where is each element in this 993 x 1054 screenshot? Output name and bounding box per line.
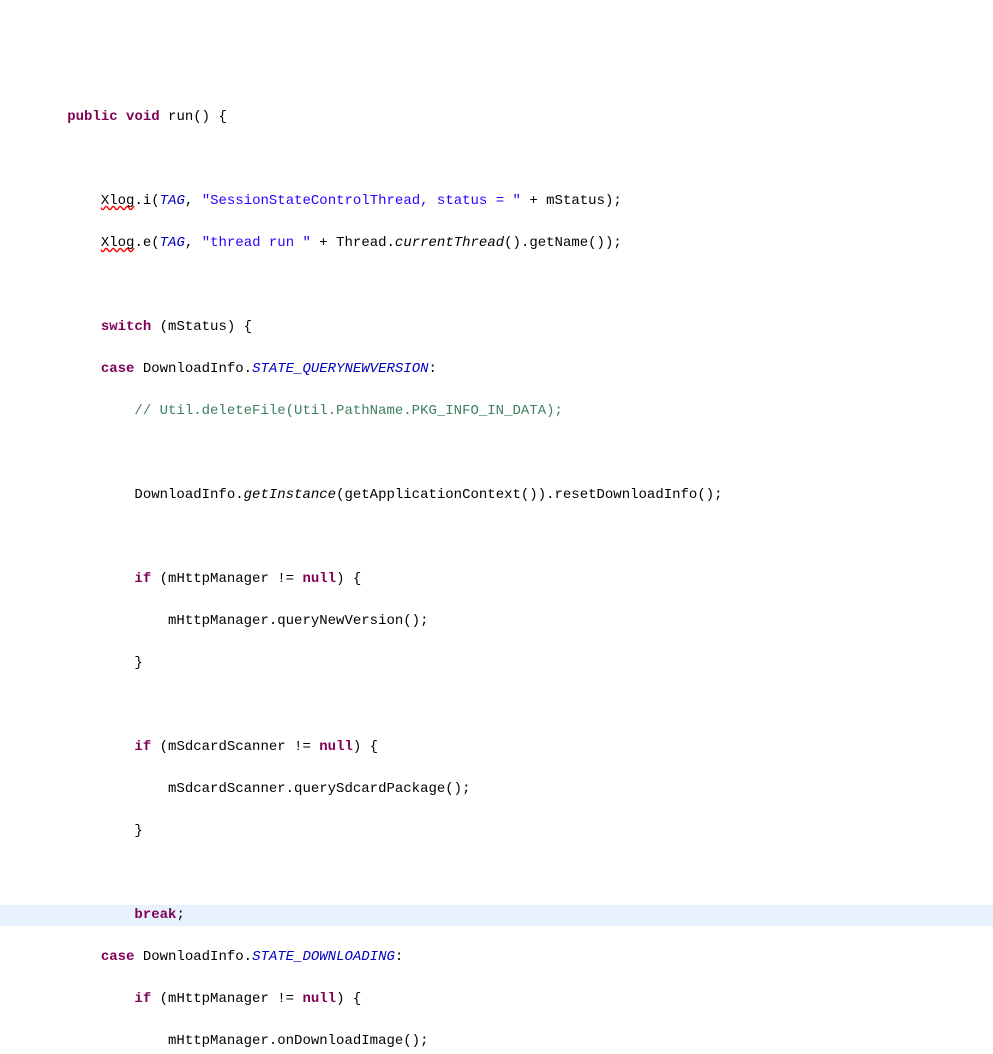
code-text: DownloadInfo. <box>134 361 252 377</box>
keyword-public: public <box>67 109 117 125</box>
code-text: mSdcardScanner.querySdcardPackage(); <box>168 781 470 797</box>
static-method: currentThread <box>395 235 504 251</box>
code-line[interactable] <box>0 443 993 464</box>
keyword-case: case <box>101 361 135 377</box>
keyword-case: case <box>101 949 135 965</box>
keyword-void: void <box>126 109 160 125</box>
code-text: } <box>134 655 142 671</box>
code-text: DownloadInfo. <box>134 949 252 965</box>
code-text: .e( <box>134 235 159 251</box>
xlog-ref: Xlog <box>101 193 135 209</box>
code-text: ) { <box>336 571 361 587</box>
indent <box>0 1033 168 1049</box>
indent <box>0 907 134 923</box>
code-line[interactable]: case DownloadInfo.STATE_DOWNLOADING: <box>0 947 993 968</box>
code-text: (mHttpManager != <box>151 991 302 1007</box>
code-text: + Thread. <box>311 235 395 251</box>
indent <box>0 235 101 251</box>
code-line[interactable] <box>0 695 993 716</box>
keyword-switch: switch <box>101 319 151 335</box>
indent <box>0 739 134 755</box>
code-text: } <box>134 823 142 839</box>
code-text: , <box>185 193 202 209</box>
code-text: run() { <box>160 109 227 125</box>
code-line[interactable]: Xlog.i(TAG, "SessionStateControlThread, … <box>0 191 993 212</box>
indent <box>0 403 134 419</box>
const-state: STATE_DOWNLOADING <box>252 949 395 965</box>
keyword-null: null <box>302 991 336 1007</box>
code-line[interactable]: if (mHttpManager != null) { <box>0 989 993 1010</box>
code-text: mHttpManager.onDownloadImage(); <box>168 1033 428 1049</box>
code-text: ().getName()); <box>504 235 622 251</box>
code-text: : <box>395 949 403 965</box>
keyword-if: if <box>134 991 151 1007</box>
indent <box>0 781 168 797</box>
keyword-null: null <box>319 739 353 755</box>
code-line[interactable]: switch (mStatus) { <box>0 317 993 338</box>
comment: // Util.deleteFile(Util.PathName.PKG_INF… <box>134 403 562 419</box>
indent <box>0 487 134 503</box>
indent <box>0 193 101 209</box>
code-text: + mStatus); <box>521 193 622 209</box>
code-text: ; <box>176 907 184 923</box>
indent <box>0 655 134 671</box>
code-editor[interactable]: public void run() { Xlog.i(TAG, "Session… <box>0 84 993 1054</box>
indent <box>0 823 134 839</box>
indent <box>0 613 168 629</box>
code-line-highlighted[interactable]: break; <box>0 905 993 926</box>
code-line[interactable]: if (mSdcardScanner != null) { <box>0 737 993 758</box>
xlog-ref: Xlog <box>101 235 135 251</box>
string-literal: "thread run " <box>202 235 311 251</box>
code-line[interactable]: // Util.deleteFile(Util.PathName.PKG_INF… <box>0 401 993 422</box>
indent <box>0 319 101 335</box>
code-line[interactable]: } <box>0 821 993 842</box>
code-text: ) { <box>353 739 378 755</box>
keyword-break: break <box>134 907 176 923</box>
code-text: .i( <box>134 193 159 209</box>
indent <box>0 949 101 965</box>
code-line[interactable] <box>0 275 993 296</box>
code-line[interactable]: } <box>0 653 993 674</box>
code-line[interactable]: mSdcardScanner.querySdcardPackage(); <box>0 779 993 800</box>
code-line[interactable]: if (mHttpManager != null) { <box>0 569 993 590</box>
keyword-null: null <box>302 571 336 587</box>
code-line[interactable]: case DownloadInfo.STATE_QUERYNEWVERSION: <box>0 359 993 380</box>
code-text: DownloadInfo. <box>134 487 243 503</box>
static-method: getInstance <box>244 487 336 503</box>
code-text: (getApplicationContext()).resetDownloadI… <box>336 487 722 503</box>
code-line[interactable]: DownloadInfo.getInstance(getApplicationC… <box>0 485 993 506</box>
code-line[interactable]: mHttpManager.onDownloadImage(); <box>0 1031 993 1052</box>
code-text: (mSdcardScanner != <box>151 739 319 755</box>
code-line[interactable] <box>0 149 993 170</box>
const-state: STATE_QUERYNEWVERSION <box>252 361 428 377</box>
const-tag: TAG <box>160 235 185 251</box>
keyword-if: if <box>134 739 151 755</box>
keyword-if: if <box>134 571 151 587</box>
indent <box>0 571 134 587</box>
code-text: mHttpManager.queryNewVersion(); <box>168 613 428 629</box>
code-line[interactable] <box>0 863 993 884</box>
code-text: (mHttpManager != <box>151 571 302 587</box>
indent <box>0 991 134 1007</box>
code-text: : <box>429 361 437 377</box>
code-text: (mStatus) { <box>151 319 252 335</box>
indent <box>0 361 101 377</box>
code-text: ) { <box>336 991 361 1007</box>
code-line[interactable]: Xlog.e(TAG, "thread run " + Thread.curre… <box>0 233 993 254</box>
string-literal: "SessionStateControlThread, status = " <box>202 193 521 209</box>
const-tag: TAG <box>160 193 185 209</box>
code-line[interactable] <box>0 527 993 548</box>
code-line[interactable]: mHttpManager.queryNewVersion(); <box>0 611 993 632</box>
code-line[interactable]: public void run() { <box>0 107 993 128</box>
code-text: , <box>185 235 202 251</box>
